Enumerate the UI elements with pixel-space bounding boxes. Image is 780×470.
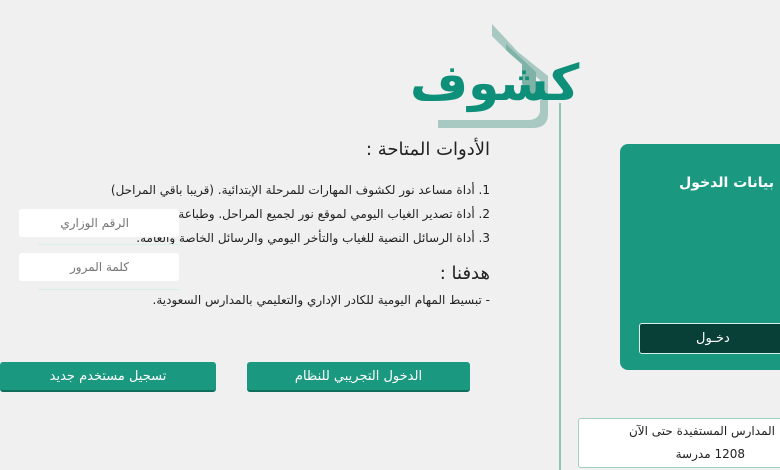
stats-label: المدارس المستفيدة حتى الآن [628, 424, 775, 438]
goal-text: - تبسيط المهام اليومية للكادر الإداري وا… [152, 293, 490, 307]
stats-box: المدارس المستفيدة حتى الآن 1208 مدرسة [578, 418, 780, 468]
input-underline [38, 289, 180, 290]
logo-text: كشوف [410, 54, 580, 112]
login-button[interactable]: دخـول [639, 323, 780, 354]
vertical-divider [559, 103, 561, 470]
tools-title: الأدوات المتاحة : [365, 139, 490, 160]
register-button[interactable]: تسجيل مستخدم جديد [0, 362, 216, 392]
ministry-id-input[interactable] [19, 209, 179, 237]
login-title: بيانات الدخول [679, 175, 774, 191]
tool-item: 1. أداة مساعد نور لكشوف المهارات للمرحلة… [110, 183, 490, 197]
demo-login-button[interactable]: الدخول التجريبي للنظام [247, 362, 470, 392]
input-underline [38, 244, 180, 245]
goal-title: هدفنا : [439, 263, 490, 284]
password-input[interactable] [19, 253, 179, 281]
stats-count: 1208 مدرسة [675, 447, 745, 461]
